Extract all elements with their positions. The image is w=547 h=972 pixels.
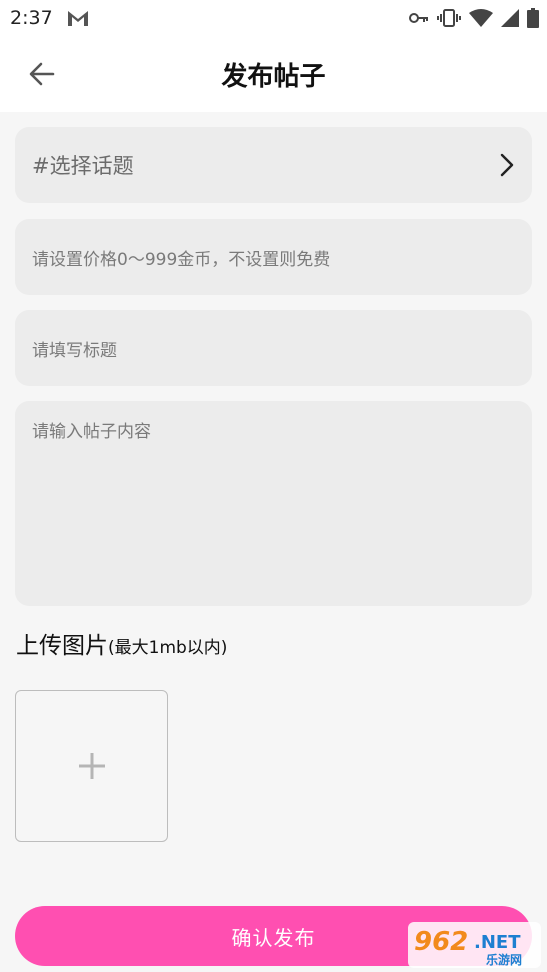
topic-placeholder: #选择话题 [32,154,134,178]
watermark-logo: 962 .NET 乐游网 [408,922,541,968]
title-input[interactable]: 请填写标题 [15,310,532,386]
plus-icon [79,753,105,779]
content-placeholder: 请输入帖子内容 [32,422,151,442]
key-icon [409,13,428,23]
watermark-suffix: .NET [474,932,521,953]
wifi-icon [469,9,493,27]
vibrate-icon [437,9,461,27]
content-textarea[interactable]: 请输入帖子内容 [15,401,532,606]
title-placeholder: 请填写标题 [32,340,117,361]
status-bar: 2:37 [0,0,547,36]
submit-label: 确认发布 [231,925,316,950]
price-placeholder: 请设置价格0～999金币，不设置则免费 [32,249,331,270]
upload-title: 上传图片 [16,633,108,659]
watermark-brand: 962 [414,927,468,957]
page-title: 发布帖子 [221,62,326,92]
status-icons [409,8,539,28]
signal-icon [501,9,519,27]
header: 发布帖子 [0,36,547,112]
upload-label: 上传图片 (最大1mb以内) [16,626,227,660]
price-input[interactable]: 请设置价格0～999金币，不设置则免费 [15,219,532,295]
battery-icon [527,8,539,28]
upload-hint: (最大1mb以内) [108,638,228,658]
watermark-caption: 乐游网 [486,952,522,967]
status-time: 2:37 [10,7,53,29]
topic-selector[interactable]: #选择话题 [15,127,532,203]
gmail-icon [68,11,88,26]
chevron-right-icon [500,153,514,177]
add-image-button[interactable] [15,690,168,842]
